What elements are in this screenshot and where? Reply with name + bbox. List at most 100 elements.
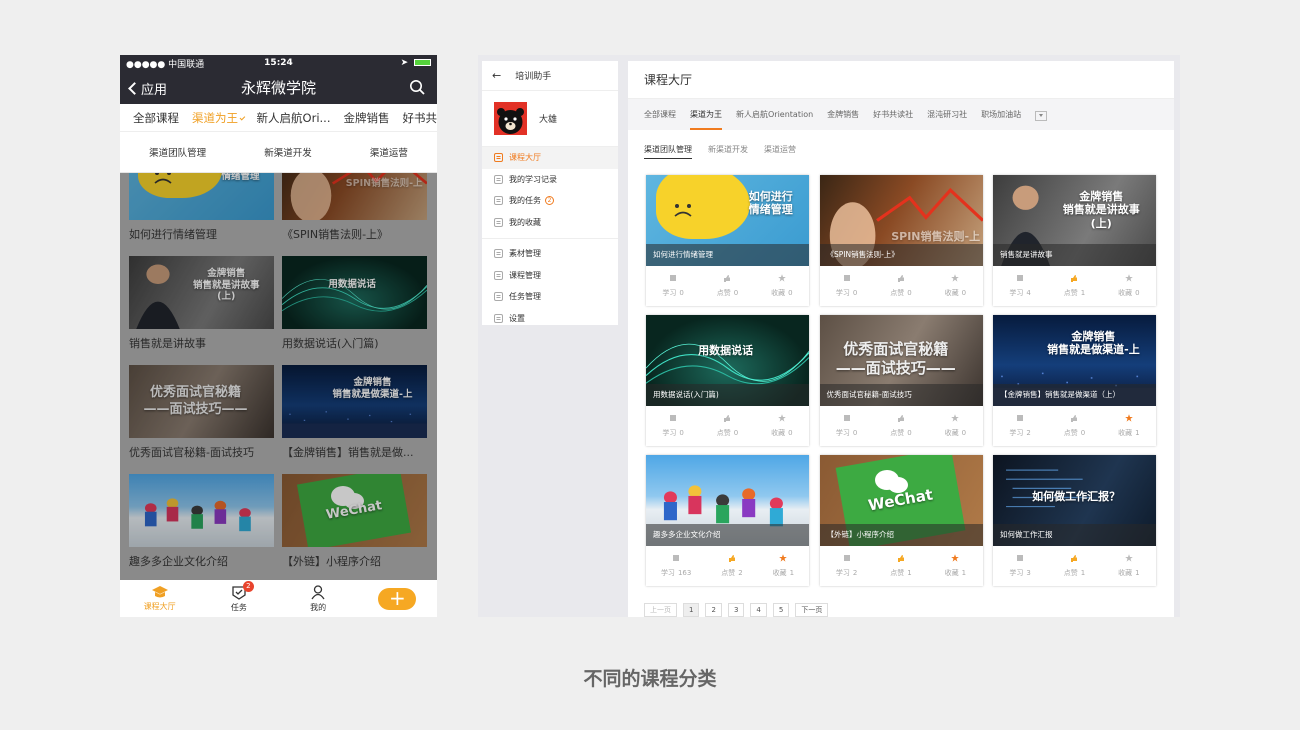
subtab-2[interactable]: 渠道运营 [764,144,796,158]
course-title: 【外链】小程序介绍 [282,555,381,568]
stat-fav[interactable]: 收藏 1 [1118,554,1140,578]
search-icon[interactable] [409,79,425,95]
stat-like[interactable]: 点赞 1 [1064,274,1085,298]
stat-like[interactable]: 点赞 1 [1064,554,1085,578]
tab-2[interactable]: 新人启航Ori... [244,110,331,126]
stat-like[interactable]: 点赞 0 [890,414,912,438]
prev-page-button[interactable]: 上一页 [644,603,677,617]
course-stats: 学习 0 点赞 0 收藏 0 [646,266,809,306]
stat-value: 1 [961,569,967,577]
course-thumbnail [129,474,274,547]
page-button[interactable]: 1 [683,603,700,617]
stat-fav[interactable]: 收藏 0 [945,414,966,438]
course-card[interactable]: 优秀面试官秘籍 ——面试技巧—— 优秀面试官秘籍-面试技巧 [129,365,274,460]
sidebar-item[interactable]: 我的任务 2 [482,190,618,212]
course-card[interactable]: 如何进行 情绪管理如何进行情绪管理 [129,173,274,242]
stat-like[interactable]: 点赞 0 [717,274,738,298]
stat-fav[interactable]: 收藏 0 [771,414,793,438]
course-card[interactable]: 趣多多企业文化介绍 [129,474,274,569]
tab-4[interactable]: 好书共读社 [873,99,913,130]
stat-like[interactable]: 点赞 0 [890,274,912,298]
page-button[interactable]: 3 [727,603,745,617]
page-title: 永辉微学院 [240,79,316,97]
subtab-1[interactable]: 新渠道开发 [708,144,748,158]
course-thumbnail: 如何做工作汇报？ 如何做工作汇报 [993,455,1156,546]
page-button[interactable]: 2 [705,603,722,617]
stat-fav[interactable]: 收藏 0 [1118,274,1140,298]
book-icon [843,274,851,288]
course-card[interactable]: SPIN销售法则-上 《SPIN销售法则-上》 学习 0 点赞 0 收藏 0 [819,175,983,306]
subtab-2[interactable]: 渠道运营 [370,145,408,159]
sidebar-item[interactable]: 素材管理 [482,243,618,265]
tab-1[interactable]: 渠道为王 [690,99,722,130]
stat-fav[interactable]: 收藏 0 [945,274,966,298]
course-card[interactable]: 优秀面试官秘籍 ——面试技巧—— 优秀面试官秘籍-面试技巧 学习 0 点赞 0 收藏 0 [819,315,983,446]
course-card[interactable]: 用数据说话 用数据说话(入门篇) 学习 0 点赞 0 收藏 0 [646,315,809,446]
more-tabs-dropdown[interactable] [1035,110,1048,121]
tab-2[interactable]: 新人启航Orientation [736,99,813,130]
sidebar-item[interactable]: 设置 [482,308,618,330]
sidebar-item[interactable]: 我的学习记录 [482,169,618,191]
back-button[interactable]: 应用 [128,79,167,98]
next-page-button[interactable]: 下一页 [795,603,829,617]
stat-fav[interactable]: 收藏 1 [945,554,966,578]
tab-6[interactable]: 职场加油站 [981,99,1021,130]
stat-like[interactable]: 点赞 0 [1064,414,1085,438]
tab-0[interactable]: 全部课程 [644,99,676,130]
thumbnail-overlay-text: 如何进行 情绪管理 [748,189,793,217]
stat-fav[interactable]: 收藏 0 [771,274,793,298]
course-card[interactable]: 金牌销售 销售就是讲故事 (上) 销售就是讲故事 [129,256,274,351]
user-profile[interactable]: 大雄 [482,91,618,147]
tab-course-hall[interactable]: 课程大厅 [130,585,190,612]
sidebar-menu-admin: 素材管理 课程管理 任务管理 设置 [482,243,618,329]
stat-text: 收藏 1 [945,568,966,578]
tab-4[interactable]: 好书共 [390,110,438,126]
subtab-0[interactable]: 渠道团队管理 [149,145,206,159]
course-card[interactable]: 如何进行 情绪管理 如何进行情绪管理 学习 0 点赞 0 收藏 0 [646,175,809,306]
sidebar-item[interactable]: 任务管理 [482,286,618,308]
stat-label: 点赞 [721,569,736,577]
stat-fav[interactable]: 收藏 1 [1118,414,1140,438]
tab-3[interactable]: 金牌销售 [331,110,390,126]
back-arrow-icon[interactable]: ← [492,69,501,82]
stat-label: 收藏 [1118,429,1133,437]
course-thumbnail: SPIN销售法则-上 《SPIN销售法则-上》 [819,175,983,266]
tab-3[interactable]: 金牌销售 [827,99,859,130]
page-button[interactable]: 5 [772,603,790,617]
course-card[interactable]: 用数据说话 用数据说话(入门篇) [282,256,427,351]
sidebar-item[interactable]: 我的收藏 [482,212,618,234]
thumbnail-overlay-text: 如何进行 情绪管理 [221,173,260,182]
page-button[interactable]: 4 [750,603,767,617]
stat-like[interactable]: 点赞 0 [717,414,738,438]
subtab-0[interactable]: 渠道团队管理 [644,144,692,159]
course-card[interactable]: 金牌销售 销售就是讲故事 (上) 销售就是讲故事 学习 4 点赞 1 收藏 0 [993,175,1156,306]
tab-5[interactable]: 混沌研习社 [927,99,967,130]
stat-text: 点赞 1 [1064,288,1085,298]
tab-mine[interactable]: 我的 [288,584,348,613]
add-button[interactable]: + [378,587,417,610]
tab-0[interactable]: 全部课程 [120,110,179,126]
sidebar-item[interactable]: 课程大厅 [482,147,618,169]
course-thumbnail: 金牌销售 销售就是做渠道-上 【金牌销售】销售就是做渠道（上） [993,315,1156,406]
course-card[interactable]: 如何做工作汇报？ 如何做工作汇报 学习 3 点赞 1 收藏 1 [993,455,1156,586]
stat-like[interactable]: 点赞 2 [721,554,743,578]
stat-fav[interactable]: 收藏 1 [773,554,794,578]
course-card[interactable]: WeChat 【外链】小程序介绍 学习 2 点赞 1 收藏 1 [819,455,983,586]
course-card[interactable]: WeChat 【外链】小程序介绍 [282,474,427,569]
course-card[interactable]: 趣多多企业文化介绍 学习 163 点赞 2 收藏 1 [646,455,809,586]
course-stats: 学习 2 点赞 0 收藏 1 [993,406,1156,446]
star-icon [951,414,960,428]
tab-1[interactable]: 渠道为王 [179,110,238,126]
stat-text: 点赞 0 [717,288,738,298]
sidebar-badge: 2 [545,196,554,206]
course-card[interactable]: 金牌销售 销售就是做渠道-上 【金牌销售】销售就是做渠道（上） 学习 2 点赞 0 收藏 1 [993,315,1156,446]
course-card[interactable]: 金牌销售 销售就是做渠道-上 【金牌销售】销售就是做... [282,365,427,460]
sidebar-item[interactable]: 课程管理 [482,265,618,287]
course-thumbnail: 如何进行 情绪管理 如何进行情绪管理 [646,175,809,266]
course-card[interactable]: SPIN销售法则-上 《SPIN销售法则-上》 [282,173,427,242]
status-time: 15:24 [264,58,293,68]
tab-tasks[interactable]: 2 任务 [209,580,269,613]
subtab-1[interactable]: 新渠道开发 [264,145,312,159]
stat-like[interactable]: 点赞 1 [890,554,912,578]
stat-value: 0 [1135,289,1140,297]
